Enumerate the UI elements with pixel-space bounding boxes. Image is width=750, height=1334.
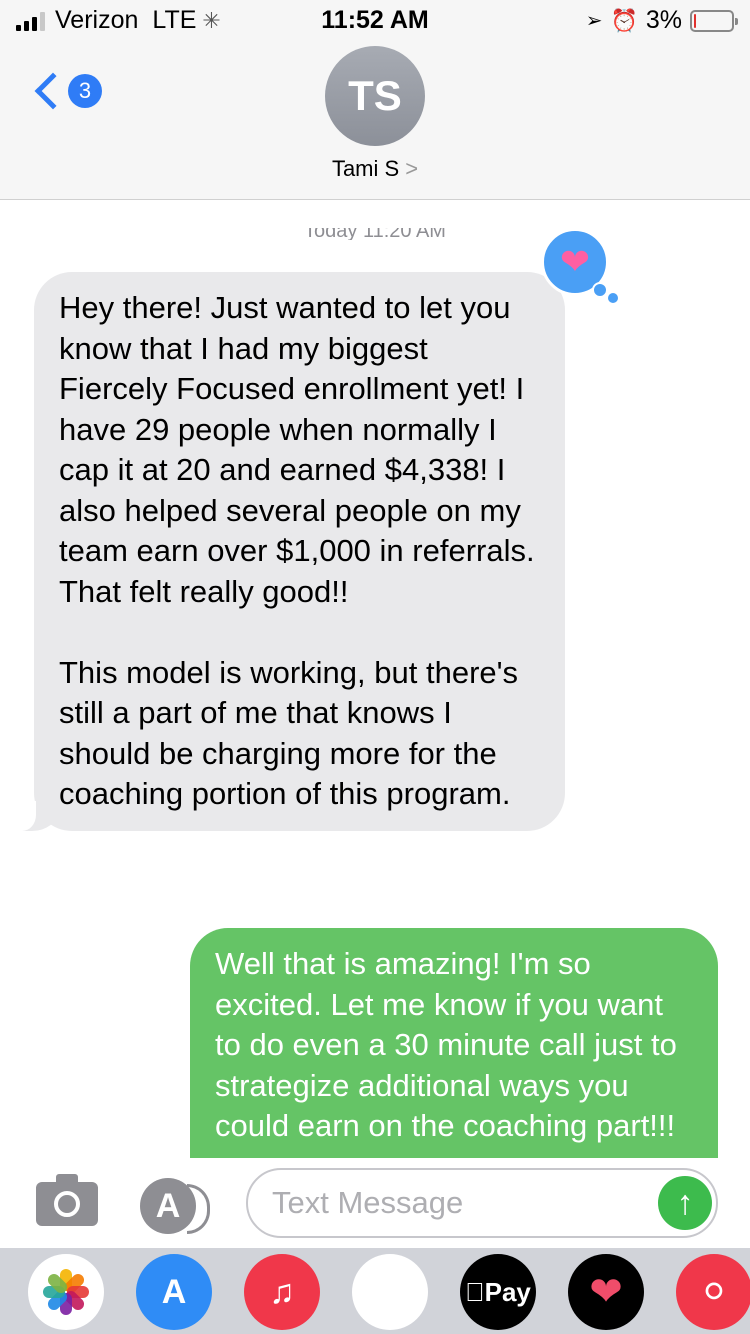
web-search-icon: ⚪ — [698, 1271, 730, 1312]
chevron-left-icon — [34, 72, 72, 110]
send-button[interactable]: ↑ — [658, 1176, 712, 1230]
camera-icon — [54, 1191, 80, 1217]
conversation-timestamp: Today 11:20 AM — [304, 228, 446, 240]
heart-app-icon: ❤ — [589, 1270, 623, 1314]
status-right: ➢ ⏰ 3% — [585, 6, 738, 35]
contact-avatar[interactable]: TS — [325, 46, 425, 146]
music-app-button[interactable]: ♫ — [244, 1254, 320, 1330]
tapback-tail-dot-small — [608, 293, 618, 303]
apple-pay-app-button[interactable]: Pay — [460, 1254, 536, 1330]
memoji-icon: 😎 — [369, 1270, 411, 1314]
photos-app-button[interactable] — [28, 1254, 104, 1330]
contact-name-button[interactable]: Tami S > — [0, 156, 750, 182]
battery-icon — [690, 9, 738, 32]
battery-fill — [694, 13, 696, 28]
conversation-header: 3 TS Tami S > Today 11:20 AM — [0, 40, 750, 240]
back-button[interactable]: 3 — [30, 72, 102, 110]
status-bar: Verizon LTE ✳ 11:52 AM ➢ ⏰ 3% — [0, 0, 750, 40]
message-input-bar: A ↑ — [0, 1158, 750, 1248]
location-arrow-icon: ➢ — [585, 10, 603, 32]
text-message-field[interactable]: ↑ — [246, 1168, 718, 1238]
outgoing-message-bubble[interactable]: Well that is amazing! I'm so excited. Le… — [190, 928, 718, 1160]
apple-pay-label: Pay — [474, 1276, 531, 1307]
app-store-app-button[interactable]: A — [136, 1254, 212, 1330]
music-icon: ♫ — [269, 1272, 295, 1311]
camera-button[interactable] — [36, 1174, 98, 1226]
web-search-app-button[interactable]: ⚪ — [676, 1254, 750, 1330]
heart-icon: ❤ — [559, 241, 591, 282]
unread-count-badge: 3 — [68, 74, 102, 108]
battery-percent: 3% — [645, 6, 682, 34]
text-message-input[interactable] — [272, 1180, 652, 1226]
arrow-up-icon: ↑ — [676, 1183, 694, 1222]
photos-icon — [43, 1269, 89, 1315]
heart-app-button[interactable]: ❤ — [568, 1254, 644, 1330]
app-store-icon: A — [161, 1272, 187, 1311]
chevron-right-icon: > — [405, 156, 419, 181]
incoming-message-bubble[interactable]: Hey there! Just wanted to let you know t… — [14, 272, 565, 831]
tapback-tail-dot — [592, 282, 608, 298]
message-text: Hey there! Just wanted to let you know t… — [59, 290, 535, 811]
imessage-app-drawer: A ♫ 😎 Pay ❤ ⚪ — [0, 1248, 750, 1334]
contact-name: Tami S — [331, 156, 400, 181]
memoji-app-button[interactable]: 😎 — [352, 1254, 428, 1330]
alarm-clock-icon: ⏰ — [610, 7, 638, 33]
app-store-icon: A — [155, 1186, 181, 1225]
apple-pay-icon:  — [465, 1277, 485, 1308]
message-text: Well that is amazing! I'm so excited. Le… — [215, 946, 686, 1143]
app-store-drawer-button[interactable]: A — [140, 1178, 210, 1234]
